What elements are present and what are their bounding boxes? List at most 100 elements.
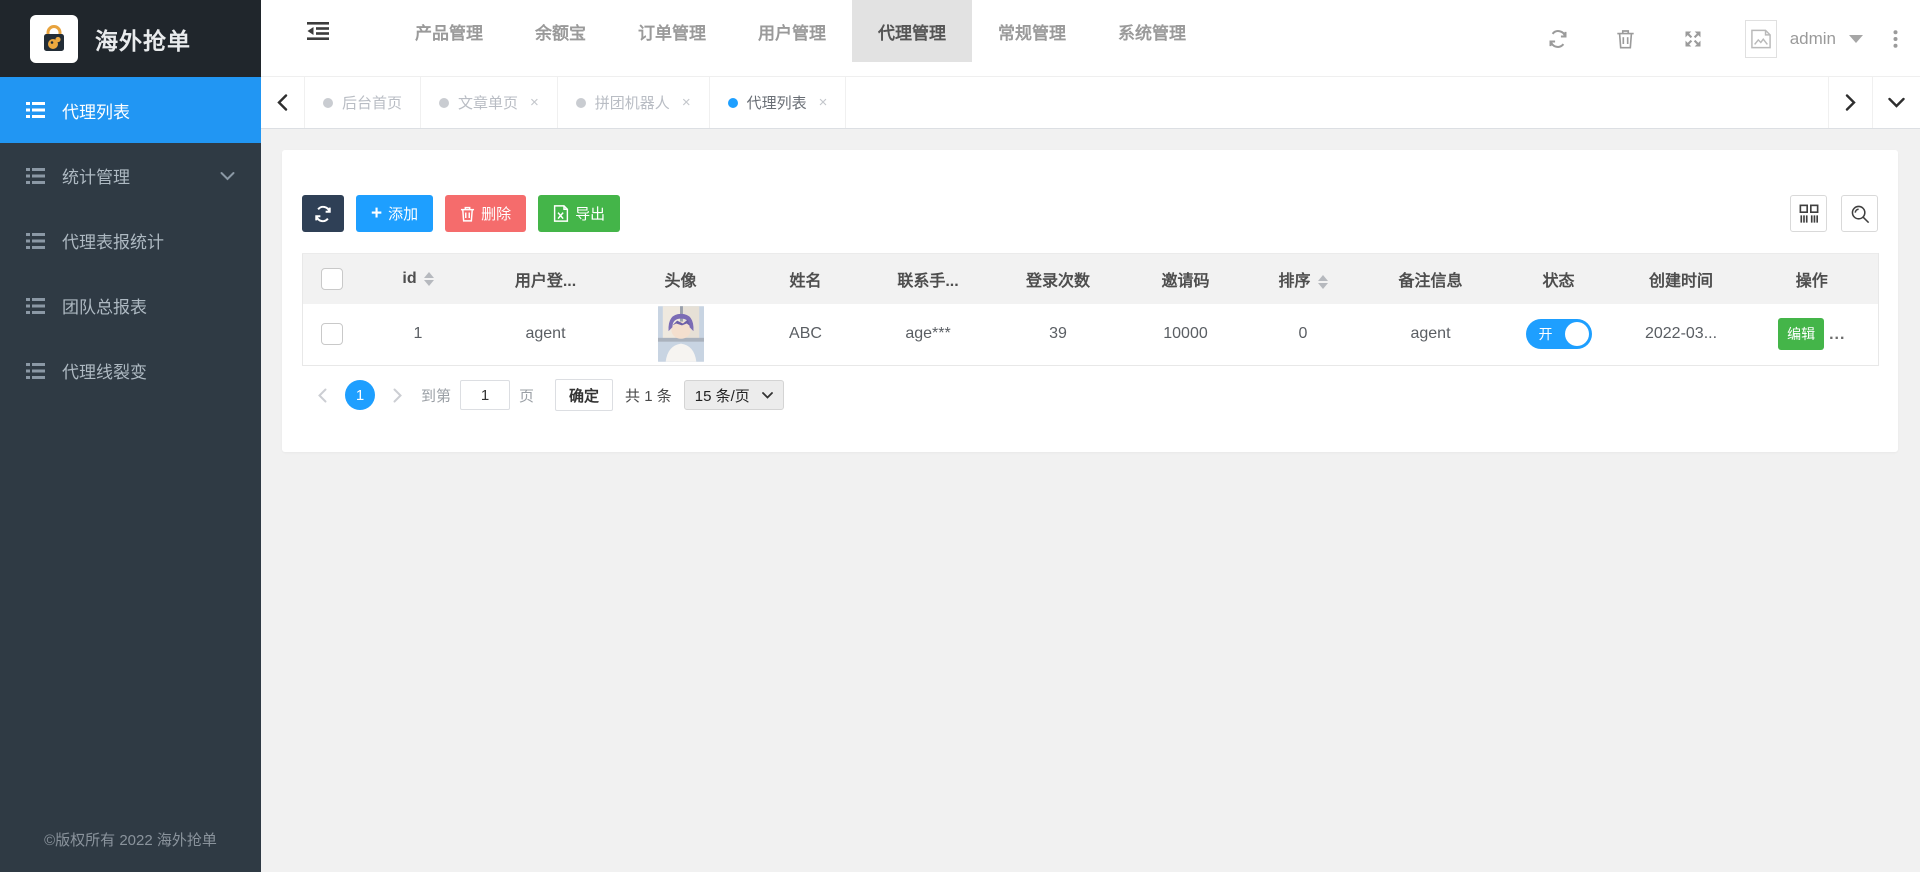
more-actions[interactable]: ... <box>1829 326 1845 343</box>
row-checkbox[interactable] <box>321 323 343 345</box>
sidebar-item-label: 统计管理 <box>62 163 130 188</box>
tab-dot <box>728 98 738 108</box>
sidebar-item-agent-report-stats[interactable]: 代理表报统计 <box>0 208 261 273</box>
select-all-checkbox[interactable] <box>321 268 343 290</box>
navbar-right-tools: admin <box>1500 0 1920 77</box>
cell-memo: agent <box>1361 304 1501 366</box>
tab-agent-list[interactable]: 代理列表 × <box>710 77 847 128</box>
header-label: 姓名 <box>789 273 821 290</box>
header-id[interactable]: id <box>361 254 476 304</box>
sidebar-toggle-icon[interactable] <box>307 0 329 62</box>
tab-article-page[interactable]: 文章单页 × <box>421 77 558 128</box>
list-icon <box>26 168 45 184</box>
refresh-icon[interactable] <box>1548 29 1568 49</box>
nav-item-agent[interactable]: 代理管理 <box>852 0 972 62</box>
top-navbar: 产品管理 余额宝 订单管理 用户管理 代理管理 常规管理 系统管理 admin <box>261 0 1920 77</box>
export-button[interactable]: 导出 <box>538 195 620 232</box>
sidebar-item-team-total-report[interactable]: 团队总报表 <box>0 273 261 338</box>
list-icon <box>26 363 45 379</box>
sidebar-item-stats-management[interactable]: 统计管理 <box>0 143 261 208</box>
tab-group-robot[interactable]: 拼团机器人 × <box>558 77 710 128</box>
tab-label: 后台首页 <box>342 92 402 113</box>
sidebar-item-agent-line-fission[interactable]: 代理线裂变 <box>0 338 261 403</box>
tabbar-spacer <box>846 77 1828 128</box>
sort-icon[interactable] <box>1318 275 1328 289</box>
header-label: 邀请码 <box>1161 273 1209 290</box>
nav-item-yuebao[interactable]: 余额宝 <box>509 0 612 62</box>
tabs-collapse-icon[interactable] <box>1872 77 1920 128</box>
page-number-current[interactable]: 1 <box>345 380 375 410</box>
user-menu[interactable]: admin <box>1745 20 1863 58</box>
nav-item-label: 订单管理 <box>638 19 706 44</box>
header-label: 状态 <box>1542 273 1574 290</box>
add-button[interactable]: + 添加 <box>356 195 433 232</box>
nav-item-general[interactable]: 常规管理 <box>972 0 1092 62</box>
pagination: 1 到第 页 确定 共 1 条 15 条/页 <box>302 379 1878 411</box>
avatar[interactable] <box>658 305 704 363</box>
trash-icon[interactable] <box>1616 29 1635 49</box>
cell-username: agent <box>476 304 616 366</box>
table-header-row: id 用户登... 头像 姓名 联系手... 登录次数 邀请码 排序 备注信息 … <box>303 254 1879 304</box>
tabs-scroll-left-icon[interactable] <box>261 77 305 128</box>
page-size-select[interactable]: 15 条/页 <box>684 380 784 410</box>
status-toggle[interactable]: 开 <box>1526 319 1592 349</box>
header-username: 用户登... <box>476 254 616 304</box>
cell-phone: age*** <box>866 304 991 366</box>
nav-item-order[interactable]: 订单管理 <box>612 0 732 62</box>
header-label: 头像 <box>664 273 696 290</box>
nav-item-system[interactable]: 系统管理 <box>1092 0 1212 62</box>
tab-dot <box>323 98 333 108</box>
header-label: 备注信息 <box>1398 273 1462 290</box>
header-sort[interactable]: 排序 <box>1246 254 1361 304</box>
header-invite-code: 邀请码 <box>1126 254 1246 304</box>
header-actions: 操作 <box>1746 254 1879 304</box>
header-phone: 联系手... <box>866 254 991 304</box>
more-options-icon[interactable] <box>1893 30 1898 48</box>
export-button-label: 导出 <box>575 203 605 224</box>
total-records-label: 共 1 条 <box>625 385 672 406</box>
status-toggle-label: 开 <box>1539 324 1553 344</box>
tab-dot <box>576 98 586 108</box>
goto-confirm-button[interactable]: 确定 <box>555 379 613 411</box>
next-page-icon[interactable] <box>383 388 412 403</box>
sidebar: 海外抢单 代理列表 统计管理 代理表报统计 <box>0 0 261 872</box>
sort-icon[interactable] <box>424 272 434 286</box>
delete-button[interactable]: 删除 <box>445 195 526 232</box>
tab-close-icon[interactable]: × <box>530 94 539 111</box>
edit-button[interactable]: 编辑 <box>1778 318 1824 350</box>
list-icon <box>26 233 45 249</box>
header-label: 联系手... <box>897 273 958 290</box>
table-toolbar: + 添加 删除 导出 <box>302 195 1878 232</box>
tabs-scroll-right-icon[interactable] <box>1828 77 1872 128</box>
sidebar-item-agent-list[interactable]: 代理列表 <box>0 77 261 143</box>
caret-down-icon <box>1849 35 1863 43</box>
goto-page-input[interactable] <box>460 380 510 410</box>
username-label: admin <box>1790 29 1836 49</box>
tab-home[interactable]: 后台首页 <box>305 77 421 128</box>
header-label: id <box>402 270 416 287</box>
column-settings-button[interactable] <box>1790 195 1827 232</box>
tab-bar: 后台首页 文章单页 × 拼团机器人 × 代理列表 × <box>261 77 1920 129</box>
app-logo: 海外抢单 <box>0 0 261 77</box>
tab-close-icon[interactable]: × <box>819 94 828 111</box>
list-icon <box>26 102 45 118</box>
header-login-count: 登录次数 <box>991 254 1126 304</box>
tab-label: 代理列表 <box>747 92 807 113</box>
goto-page-prefix: 到第 <box>421 385 451 406</box>
tab-label: 文章单页 <box>458 92 518 113</box>
page-size-value: 15 条/页 <box>695 385 750 406</box>
table-row[interactable]: 1 agent <box>303 304 1879 366</box>
search-button[interactable] <box>1841 195 1878 232</box>
cell-status: 开 <box>1501 304 1617 366</box>
nav-item-user[interactable]: 用户管理 <box>732 0 852 62</box>
cell-select <box>303 304 361 366</box>
tab-close-icon[interactable]: × <box>682 94 691 111</box>
header-label: 创建时间 <box>1649 273 1713 290</box>
main-content: + 添加 删除 导出 <box>261 129 1920 872</box>
nav-item-product[interactable]: 产品管理 <box>389 0 509 62</box>
refresh-button[interactable] <box>302 195 344 232</box>
header-label: 操作 <box>1796 273 1828 290</box>
prev-page-icon[interactable] <box>308 388 337 403</box>
fullscreen-icon[interactable] <box>1683 29 1703 49</box>
cell-login-count: 39 <box>991 304 1126 366</box>
